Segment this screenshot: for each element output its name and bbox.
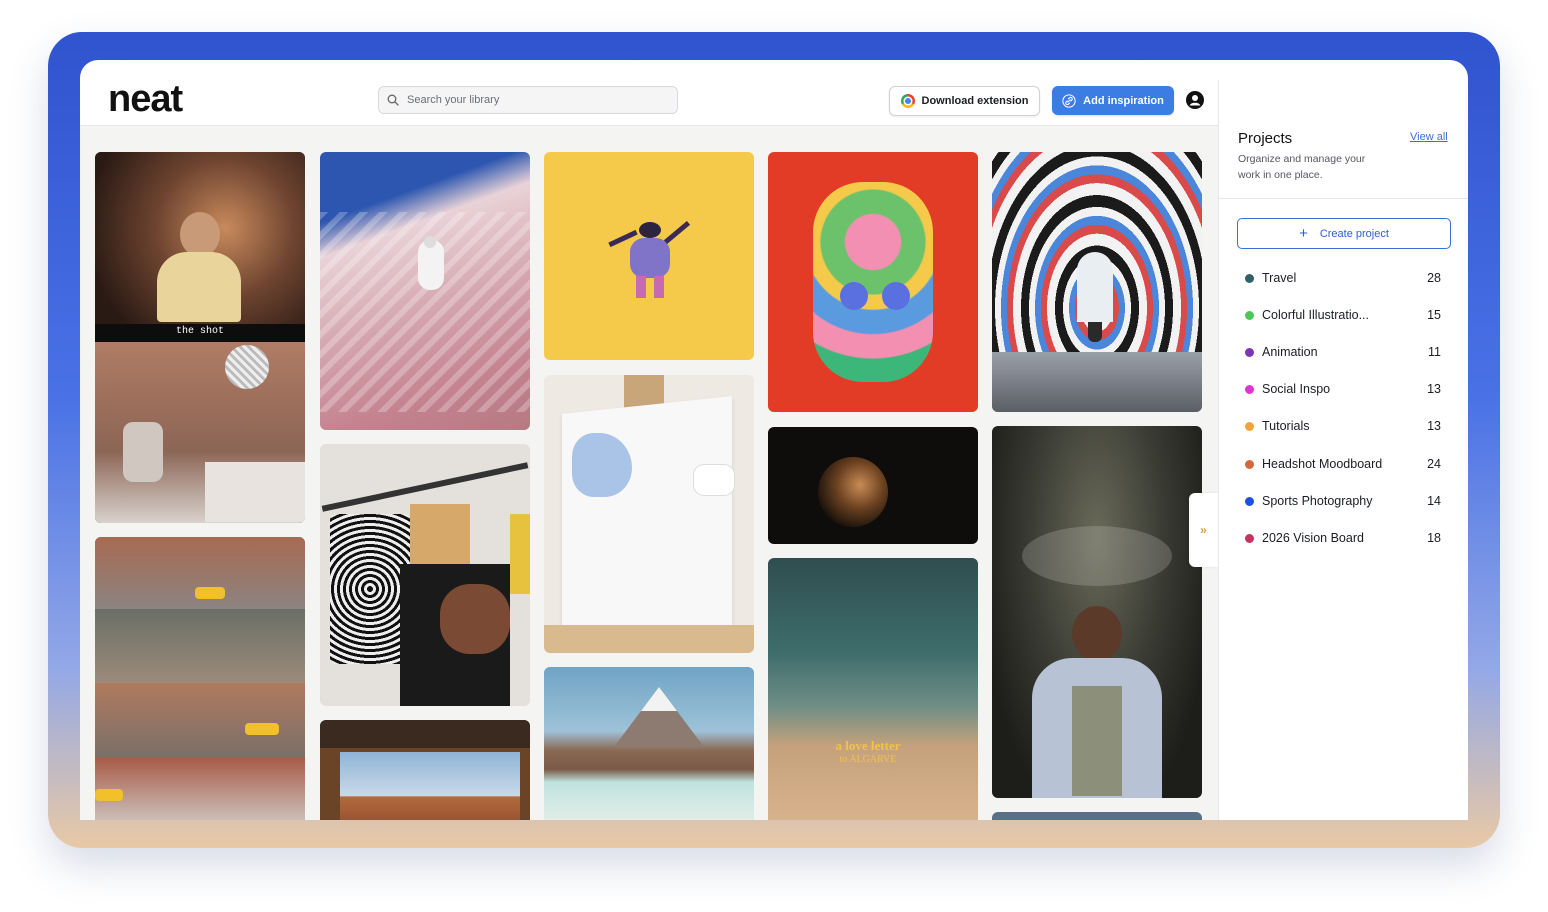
video-caption: the shot — [175, 326, 224, 337]
project-item-headshot-moodboard[interactable]: Headshot Moodboard 24 — [1245, 454, 1441, 474]
create-project-button[interactable]: + Create project — [1237, 218, 1451, 249]
account-icon[interactable] — [1186, 91, 1204, 109]
project-color-dot — [1245, 384, 1254, 394]
project-item-animation[interactable]: Animation 11 — [1245, 342, 1441, 362]
project-count: 18 — [1427, 531, 1441, 545]
gallery-tile-mountain-lake[interactable] — [544, 667, 754, 820]
project-name: Travel — [1262, 271, 1297, 285]
gallery-tile-painted-ski-slope[interactable] — [320, 152, 530, 430]
search-icon — [387, 94, 399, 106]
double-chevron-right-icon: » — [1200, 523, 1207, 537]
gallery-tile-painting-canvas[interactable] — [544, 375, 754, 653]
gallery-tile-desert-window[interactable] — [320, 720, 530, 820]
project-count: 15 — [1427, 308, 1441, 322]
gallery-tile-dark-portrait[interactable] — [768, 427, 978, 544]
search-bar[interactable] — [378, 86, 678, 114]
project-name: Animation — [1262, 345, 1318, 359]
beach-letter-subtitle: to ALGARVE — [839, 754, 897, 765]
project-count: 11 — [1428, 345, 1441, 359]
beach-letter-title: a love letter — [835, 738, 901, 753]
inspiration-gallery: the shot a love letter to ALGARVE » — [80, 126, 1218, 820]
project-count: 14 — [1427, 494, 1441, 508]
project-count: 28 — [1427, 271, 1441, 285]
gallery-tile-beach-letter[interactable]: a love letter to ALGARVE — [768, 558, 978, 820]
project-count: 13 — [1427, 382, 1441, 396]
project-color-dot — [1245, 310, 1254, 320]
sidebar-divider — [1219, 198, 1468, 199]
project-name: 2026 Vision Board — [1262, 531, 1364, 545]
project-item-tutorials[interactable]: Tutorials 13 — [1245, 416, 1441, 436]
link-icon — [1062, 93, 1076, 108]
project-color-dot — [1245, 533, 1254, 543]
collapse-sidebar-button[interactable]: » — [1189, 493, 1218, 567]
project-color-dot — [1245, 459, 1254, 469]
add-inspiration-button[interactable]: Add inspiration — [1052, 86, 1174, 115]
gallery-tile-partial[interactable] — [992, 812, 1202, 820]
chrome-icon — [900, 94, 915, 108]
download-extension-label: Download extension — [921, 95, 1029, 107]
projects-subtitle: Organize and manage your work in one pla… — [1238, 153, 1366, 181]
project-name: Headshot Moodboard — [1262, 457, 1383, 471]
gallery-tile-studio-video[interactable]: the shot — [95, 152, 305, 523]
gallery-tile-striped-arches-corridor[interactable] — [992, 152, 1202, 412]
gallery-tile-jumping-figure-yellow[interactable] — [544, 152, 754, 360]
gallery-tile-clothes-rack[interactable] — [320, 444, 530, 706]
project-count: 24 — [1427, 457, 1441, 471]
project-name: Sports Photography — [1262, 494, 1373, 508]
gallery-tile-flower-mask-illustration[interactable] — [768, 152, 978, 412]
project-color-dot — [1245, 496, 1254, 506]
project-item-travel[interactable]: Travel 28 — [1245, 268, 1441, 288]
projects-title: Projects — [1238, 130, 1293, 147]
gallery-tile-city-street-collage[interactable] — [95, 537, 305, 820]
app-window: neat Download extension Add inspiration — [80, 60, 1468, 820]
search-input[interactable] — [405, 93, 669, 107]
neat-logo[interactable]: neat — [108, 78, 183, 121]
download-extension-button[interactable]: Download extension — [889, 86, 1040, 116]
project-item-colorful-illustrations[interactable]: Colorful Illustratio... 15 — [1245, 305, 1441, 325]
project-color-dot — [1245, 421, 1254, 431]
projects-sidebar: Projects View all Organize and manage yo… — [1218, 80, 1468, 820]
gallery-tile-smoke-performer[interactable] — [992, 426, 1202, 798]
project-name: Social Inspo — [1262, 382, 1331, 396]
project-item-2026-vision-board[interactable]: 2026 Vision Board 18 — [1245, 528, 1441, 548]
create-project-label: Create project — [1319, 227, 1389, 240]
add-inspiration-label: Add inspiration — [1083, 94, 1164, 107]
project-name: Tutorials — [1262, 419, 1310, 433]
view-all-link[interactable]: View all — [1410, 131, 1448, 143]
project-name: Colorful Illustratio... — [1262, 308, 1369, 322]
project-item-sports-photography[interactable]: Sports Photography 14 — [1245, 491, 1441, 511]
project-item-social-inspo[interactable]: Social Inspo 13 — [1245, 379, 1441, 399]
plus-icon: + — [1299, 225, 1308, 242]
project-color-dot — [1245, 347, 1254, 357]
project-color-dot — [1245, 273, 1254, 283]
project-count: 13 — [1427, 419, 1441, 433]
